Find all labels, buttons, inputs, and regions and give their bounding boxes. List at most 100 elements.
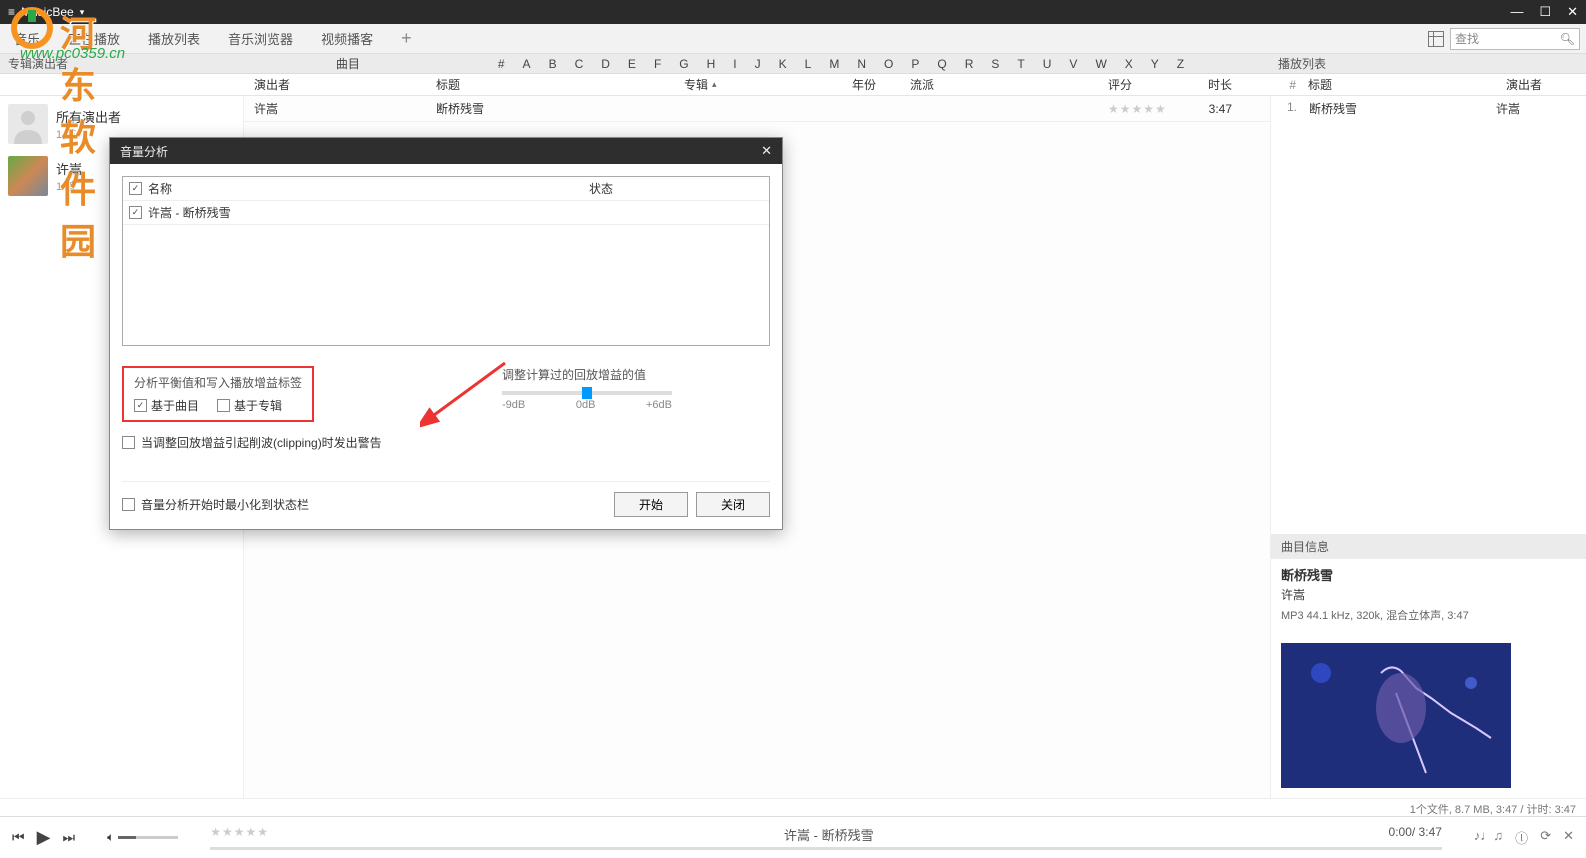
slider-thumb[interactable] [582, 387, 592, 399]
alpha-d[interactable]: D [601, 57, 610, 71]
repeat-icon[interactable]: ⟳ [1540, 828, 1551, 847]
header-pl-idx[interactable]: # [1280, 78, 1296, 92]
artist-thumb [8, 156, 48, 196]
listbox-col-status[interactable]: 状态 [589, 180, 763, 197]
equalizer-icon[interactable]: ♪♩♫ [1474, 828, 1503, 847]
next-button[interactable]: ⏭︎ [62, 829, 75, 846]
header-artist[interactable]: 演出者 [244, 76, 426, 93]
dialog-title: 音量分析 [120, 143, 168, 160]
alpha-b[interactable]: B [549, 57, 557, 71]
close-button[interactable]: ✕ [1567, 4, 1578, 20]
dialog-titlebar[interactable]: 音量分析 ✕ [110, 138, 782, 164]
right-panel: 1. 断桥残雪 许嵩 曲目信息 断桥残雪 许嵩 MP3 44.1 kHz, 32… [1270, 96, 1586, 798]
minimize-checkbox[interactable] [122, 498, 135, 511]
by-album-checkbox[interactable] [217, 399, 230, 412]
alpha-h[interactable]: H [707, 57, 716, 71]
alpha-jump: 曲目 # A B C D E F G H I J K L M N O P Q R… [244, 54, 1270, 73]
track-length: 3:47 [1188, 102, 1232, 116]
gain-label: 调整计算过的回放增益的值 [502, 366, 672, 383]
alpha-m[interactable]: M [829, 57, 839, 71]
clipping-warning-option[interactable]: 当调整回放增益引起削波(clipping)时发出警告 [122, 434, 770, 451]
menu-video[interactable]: 视频播客 [307, 24, 387, 53]
menu-music[interactable]: 音乐 [0, 24, 54, 53]
minimize-option[interactable]: 音量分析开始时最小化到状态栏 [122, 496, 309, 513]
gain-tick-mid: 0dB [576, 399, 596, 411]
track-row[interactable]: 许嵩 断桥残雪 ★★★★★ 3:47 [244, 96, 1270, 122]
menu-browser[interactable]: 音乐浏览器 [214, 24, 307, 53]
alpha-l[interactable]: L [805, 57, 812, 71]
alpha-i[interactable]: I [733, 57, 736, 71]
listbox-row[interactable]: 许嵩 - 断桥残雪 [123, 201, 769, 225]
hamburger-icon[interactable]: ≡ [8, 5, 15, 19]
clipping-checkbox[interactable] [122, 436, 135, 449]
progress-bar[interactable] [210, 847, 1442, 850]
by-track-option[interactable]: 基于曲目 [134, 397, 199, 414]
by-track-checkbox[interactable] [134, 399, 147, 412]
lastfm-icon[interactable]: ⓛ [1515, 828, 1528, 847]
menu-add-tab[interactable]: + [387, 24, 426, 53]
sidebar-item-label: 所有演出者 [56, 107, 121, 126]
search-placeholder: 查找 [1455, 30, 1560, 47]
alpha-f[interactable]: F [654, 57, 661, 71]
chevron-down-icon[interactable]: ▾ [80, 7, 85, 18]
playlist-row[interactable]: 1. 断桥残雪 许嵩 [1271, 96, 1586, 121]
player-rating[interactable]: ★★★★★ [210, 825, 269, 844]
gain-slider[interactable] [502, 391, 672, 395]
header-album[interactable]: 专辑▴ [674, 76, 842, 93]
minimize-button[interactable]: — [1510, 4, 1523, 20]
select-all-checkbox[interactable] [129, 182, 142, 195]
header-pl-artist[interactable]: 演出者 [1506, 76, 1586, 93]
alpha-j[interactable]: J [755, 57, 761, 71]
minimize-label: 音量分析开始时最小化到状态栏 [141, 496, 309, 513]
header-genre[interactable]: 流派 [900, 76, 1098, 93]
maximize-button[interactable]: ☐ [1539, 4, 1551, 20]
header-length[interactable]: 时长 [1188, 76, 1232, 93]
analysis-highlight-box: 分析平衡值和写入播放增益标签 基于曲目 基于专辑 [122, 366, 314, 422]
alpha-c[interactable]: C [575, 57, 584, 71]
alpha-u[interactable]: U [1043, 57, 1052, 71]
alpha-g[interactable]: G [679, 57, 688, 71]
prev-button[interactable]: ⏮︎ [12, 829, 25, 846]
alpha-s[interactable]: S [991, 57, 999, 71]
alpha-hash[interactable]: # [498, 57, 505, 71]
alpha-n[interactable]: N [857, 57, 866, 71]
sidebar-item-count: 1 首 [56, 178, 82, 194]
header-title[interactable]: 标题 [426, 76, 674, 93]
volume-slider[interactable] [118, 836, 178, 839]
track-rating[interactable]: ★★★★★ [1098, 102, 1188, 116]
row-checkbox[interactable] [129, 206, 142, 219]
start-button[interactable]: 开始 [614, 492, 688, 517]
search-box[interactable]: 查找 🔍︎ [1450, 28, 1580, 50]
playlist-artist: 许嵩 [1496, 100, 1576, 117]
track-artist: 许嵩 [244, 100, 426, 117]
alpha-y[interactable]: Y [1151, 57, 1159, 71]
header-pl-title[interactable]: 标题 [1308, 76, 1494, 93]
play-button[interactable]: ▶︎ [37, 827, 51, 848]
header-rating[interactable]: 评分 [1098, 76, 1188, 93]
header-year[interactable]: 年份 [842, 76, 900, 93]
alpha-p[interactable]: P [911, 57, 919, 71]
dialog-close-icon[interactable]: ✕ [761, 143, 772, 159]
search-icon[interactable]: 🔍︎ [1560, 32, 1575, 46]
app-title-block: ≡ MusicBee ▾ [8, 5, 84, 19]
alpha-w[interactable]: W [1095, 57, 1106, 71]
alpha-k[interactable]: K [779, 57, 787, 71]
alpha-r[interactable]: R [965, 57, 974, 71]
gain-adjust-block: 调整计算过的回放增益的值 -9dB 0dB +6dB [502, 366, 672, 411]
alpha-q[interactable]: Q [937, 57, 946, 71]
shuffle-icon[interactable]: ✕ [1563, 828, 1574, 847]
alpha-v[interactable]: V [1069, 57, 1077, 71]
menu-nowplaying[interactable]: 正在播放 [54, 24, 134, 53]
volume-control[interactable]: 🔈︎ [107, 830, 178, 845]
layout-icon[interactable] [1428, 31, 1444, 47]
alpha-e[interactable]: E [628, 57, 636, 71]
alpha-a[interactable]: A [523, 57, 531, 71]
close-button[interactable]: 关闭 [696, 492, 770, 517]
alpha-o[interactable]: O [884, 57, 893, 71]
alpha-z[interactable]: Z [1177, 57, 1184, 71]
by-album-option[interactable]: 基于专辑 [217, 397, 282, 414]
menu-playlists[interactable]: 播放列表 [134, 24, 214, 53]
listbox-col-name[interactable]: 名称 [148, 180, 172, 197]
alpha-x[interactable]: X [1125, 57, 1133, 71]
alpha-t[interactable]: T [1017, 57, 1024, 71]
